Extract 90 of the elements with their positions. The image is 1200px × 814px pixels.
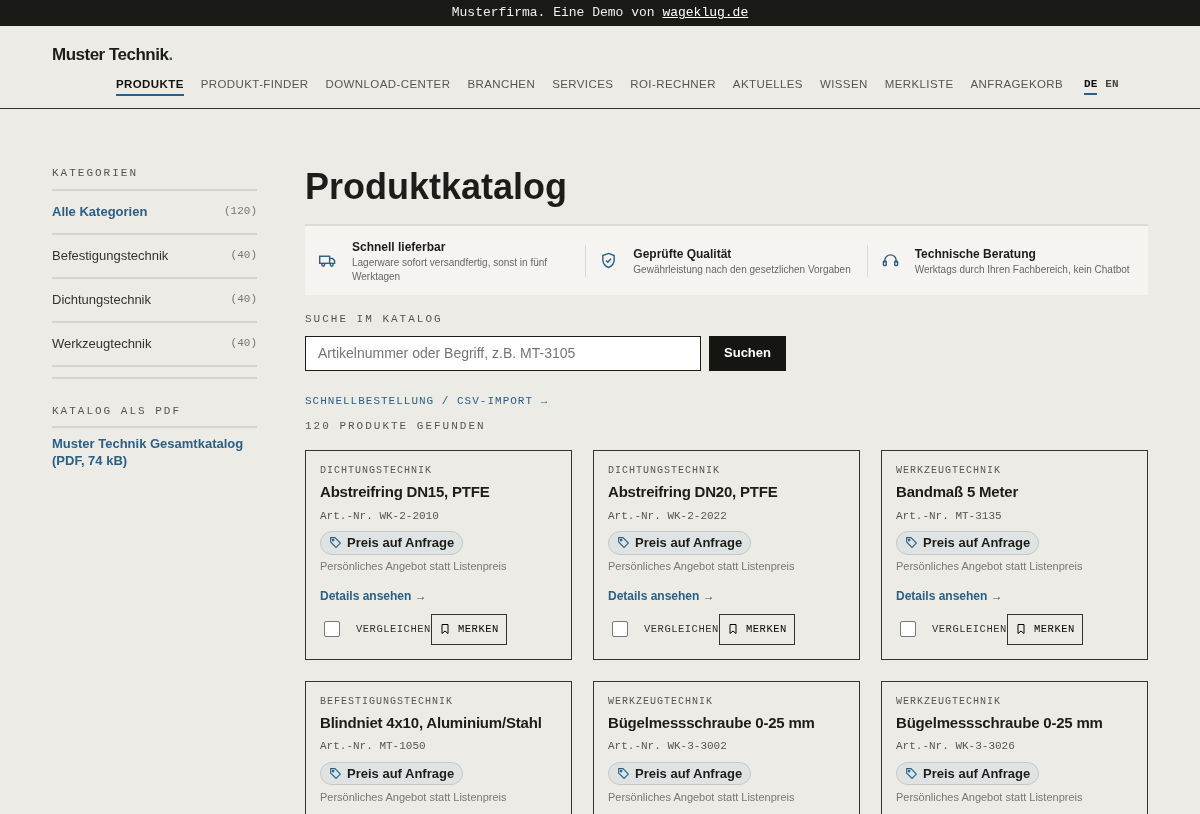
article-number: Art.-Nr. MT-1050	[320, 739, 427, 755]
logo[interactable]: Muster Technik.	[52, 26, 1148, 68]
article-number: Art.-Nr. WK-2-2010	[320, 508, 440, 524]
nav-link[interactable]: BRANCHEN	[467, 75, 536, 96]
category-count: (40)	[230, 336, 257, 352]
product-name: Abstreifring DN20, PTFE	[608, 482, 779, 503]
product-category: DICHTUNGSTECHNIK	[608, 464, 721, 479]
search-label: SUCHE IM KATALOG	[305, 312, 444, 328]
price-note: Persönliches Angebot statt Listenpreis	[320, 790, 508, 806]
compare-checkbox[interactable]	[324, 621, 340, 638]
tag-icon	[905, 767, 918, 781]
page-title: Produktkatalog	[305, 165, 569, 209]
language-link[interactable]: EN	[1105, 76, 1119, 95]
nav-link[interactable]: ANFRAGEKORB	[970, 75, 1064, 96]
product-name: Blindniet 4x10, Aluminium/Stahl	[320, 712, 543, 733]
compare-checkbox[interactable]	[900, 621, 916, 638]
feature-title: Schnell lieferbar	[352, 238, 447, 256]
category-count: (40)	[230, 292, 257, 308]
product-category: BEFESTIGUNGSTECHNIK	[320, 694, 455, 709]
sidebar-heading: KATALOG ALS PDF	[52, 402, 257, 428]
details-link[interactable]: Details ansehen →	[896, 586, 1003, 605]
nav-link[interactable]: ROI-RECHNER	[630, 75, 716, 96]
price-badge: Preis auf Anfrage	[896, 531, 1040, 555]
tag-icon	[329, 767, 342, 781]
article-number: Art.-Nr. MT-3135	[896, 508, 1003, 524]
search-button[interactable]: Suchen	[709, 335, 786, 371]
article-number: Art.-Nr. WK-3-3002	[608, 739, 728, 755]
product-name: Abstreifring DN15, PTFE	[320, 482, 491, 503]
price-note: Persönliches Angebot statt Listenpreis	[896, 559, 1084, 575]
feature-text: Lagerware sofort versandfertig, sonst in fünf Werktagen	[352, 255, 549, 284]
details-link[interactable]: Details ansehen →	[320, 586, 427, 605]
feature-text: Werktags durch Ihren Fachbereich, kein Chatbot	[914, 262, 1130, 277]
product-category: DICHTUNGSTECHNIK	[320, 464, 433, 479]
tag-icon	[617, 536, 630, 550]
price-badge: Preis auf Anfrage	[896, 761, 1040, 786]
bookmark-icon	[1015, 623, 1027, 636]
demo-notice: Musterfirma. Eine Demo von	[451, 4, 655, 23]
tag-icon	[329, 536, 342, 550]
details-link[interactable]: Details ansehen →	[608, 586, 715, 605]
price-badge: Preis auf Anfrage	[608, 761, 752, 786]
product-name: Bandmaß 5 Meter	[896, 482, 1020, 503]
bookmark-icon	[439, 623, 451, 636]
language-link[interactable]: DE	[1084, 76, 1098, 95]
category-count: (40)	[230, 248, 257, 264]
feature-title: Geprüfte Qualität	[633, 245, 733, 263]
compare-checkbox[interactable]	[612, 621, 628, 638]
save-button[interactable]: MERKEN	[430, 613, 507, 645]
product-category: WERKZEUGTECHNIK	[896, 464, 1002, 479]
nav-link[interactable]: SERVICES	[552, 75, 614, 96]
price-note: Persönliches Angebot statt Listenpreis	[320, 559, 508, 575]
compare-label: VERGLEICHEN	[356, 621, 431, 637]
product-name: Bügelmessschraube 0-25 mm	[608, 712, 816, 733]
product-name: Bügelmessschraube 0-25 mm	[896, 712, 1104, 733]
category-count: (120)	[224, 204, 257, 220]
feature-text: Gewährleistung nach den gesetzlichen Vorgaben	[633, 262, 851, 277]
price-note: Persönliches Angebot statt Listenpreis	[608, 559, 796, 575]
price-badge: Preis auf Anfrage	[608, 531, 752, 555]
product-category: WERKZEUGTECHNIK	[608, 694, 714, 709]
tag-icon	[905, 536, 918, 550]
save-button[interactable]: MERKEN	[1006, 613, 1083, 645]
category-link[interactable]: Dichtungstechnik	[52, 289, 151, 310]
compare-label: VERGLEICHEN	[932, 621, 1007, 637]
category-link[interactable]: Werkzeugtechnik	[52, 333, 152, 354]
nav-link[interactable]: MERKLISTE	[884, 75, 954, 96]
nav-link[interactable]: PRODUKT-FINDER	[200, 75, 309, 96]
save-button[interactable]: MERKEN	[718, 613, 795, 645]
price-badge: Preis auf Anfrage	[320, 761, 464, 786]
quick-order-link[interactable]: SCHNELLBESTELLUNG / CSV-IMPORT →	[305, 392, 549, 410]
category-link[interactable]: Befestigungstechnik	[52, 245, 169, 266]
price-badge: Preis auf Anfrage	[320, 531, 464, 555]
demo-link[interactable]: wageklug.de	[662, 3, 749, 23]
price-note: Persönliches Angebot statt Listenpreis	[608, 790, 796, 806]
nav-link[interactable]: DOWNLOAD-CENTER	[325, 75, 451, 96]
bookmark-icon	[727, 623, 739, 636]
nav-link[interactable]: WISSEN	[819, 75, 868, 96]
feature-title: Technische Beratung	[914, 245, 1037, 263]
sidebar-heading: KATEGORIEN	[52, 165, 257, 191]
category-link[interactable]: Alle Kategorien	[52, 201, 148, 222]
nav-link[interactable]: PRODUKTE	[116, 75, 184, 96]
nav-link[interactable]: AKTUELLES	[732, 75, 803, 96]
result-count: 120 PRODUKTE GEFUNDEN	[305, 418, 487, 434]
compare-label: VERGLEICHEN	[644, 621, 719, 637]
product-category: WERKZEUGTECHNIK	[896, 694, 1002, 709]
search-field[interactable]: Artikelnummer oder Begriff, z.B. MT-3105	[305, 335, 701, 371]
tag-icon	[617, 767, 630, 781]
price-note: Persönliches Angebot statt Listenpreis	[896, 790, 1084, 806]
shield-icon	[600, 252, 618, 270]
article-number: Art.-Nr. WK-2-2022	[608, 508, 728, 524]
catalog-download-link[interactable]: Muster Technik Gesamtkatalog (PDF, 74 kB)	[52, 436, 257, 470]
article-number: Art.-Nr. WK-3-3026	[896, 739, 1016, 755]
